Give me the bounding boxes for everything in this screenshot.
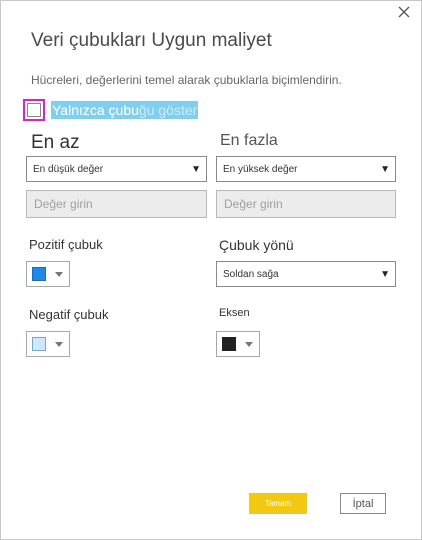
- minimum-value-input[interactable]: Değer girin: [26, 190, 207, 218]
- negative-bar-color-chip: [32, 337, 46, 351]
- dropdown-arrow-icon: ▼: [191, 164, 201, 175]
- negative-bar-label: Negatif çubuk: [29, 307, 109, 322]
- maximum-type-select[interactable]: En yüksek değer ▼: [216, 156, 396, 182]
- minimum-type-value: En düşük değer: [33, 163, 104, 175]
- axis-label: Eksen: [219, 307, 250, 319]
- minimum-title: En az: [31, 132, 80, 153]
- show-bars-only-label-faded: ğu göster: [138, 102, 198, 118]
- minimum-type-select[interactable]: En düşük değer ▼: [26, 156, 207, 182]
- positive-bar-color-chip: [32, 267, 46, 281]
- close-button[interactable]: [397, 5, 413, 21]
- maximum-title: En fazla: [220, 132, 278, 149]
- bar-direction-label: Çubuk yönü: [219, 237, 294, 253]
- close-icon: [398, 6, 410, 18]
- show-bars-only-option[interactable]: Yalnızca çubuğu göster: [23, 97, 199, 123]
- bar-direction-value: Soldan sağa: [223, 268, 279, 280]
- maximum-type-value: En yüksek değer: [223, 163, 298, 175]
- data-bars-dialog: Veri çubukları Uygun maliyet Hücreleri, …: [0, 0, 422, 540]
- minimum-value-placeholder: Değer girin: [34, 197, 93, 211]
- show-bars-only-label: Yalnızca çubuğu göster: [51, 101, 199, 119]
- maximum-value-placeholder: Değer girin: [224, 197, 283, 211]
- positive-bar-color-picker[interactable]: [26, 261, 70, 287]
- negative-bar-color-picker[interactable]: [26, 331, 70, 357]
- show-bars-only-checkbox[interactable]: [27, 103, 41, 117]
- axis-color-picker[interactable]: [216, 331, 260, 357]
- dialog-description: Hücreleri, değerlerini temel alarak çubu…: [31, 73, 342, 87]
- bar-direction-select[interactable]: Soldan sağa ▼: [216, 261, 396, 287]
- checkbox-highlight: [23, 99, 45, 121]
- cancel-button[interactable]: İptal: [340, 493, 386, 514]
- chevron-down-icon: [55, 342, 63, 347]
- chevron-down-icon: [55, 272, 63, 277]
- dropdown-arrow-icon: ▼: [380, 269, 390, 280]
- chevron-down-icon: [245, 342, 253, 347]
- ok-button[interactable]: Tamam: [249, 493, 307, 514]
- dropdown-arrow-icon: ▼: [380, 164, 390, 175]
- positive-bar-label: Pozitif çubuk: [29, 237, 103, 252]
- dialog-title: Veri çubukları Uygun maliyet: [31, 30, 272, 51]
- axis-color-chip: [222, 337, 236, 351]
- maximum-value-input[interactable]: Değer girin: [216, 190, 396, 218]
